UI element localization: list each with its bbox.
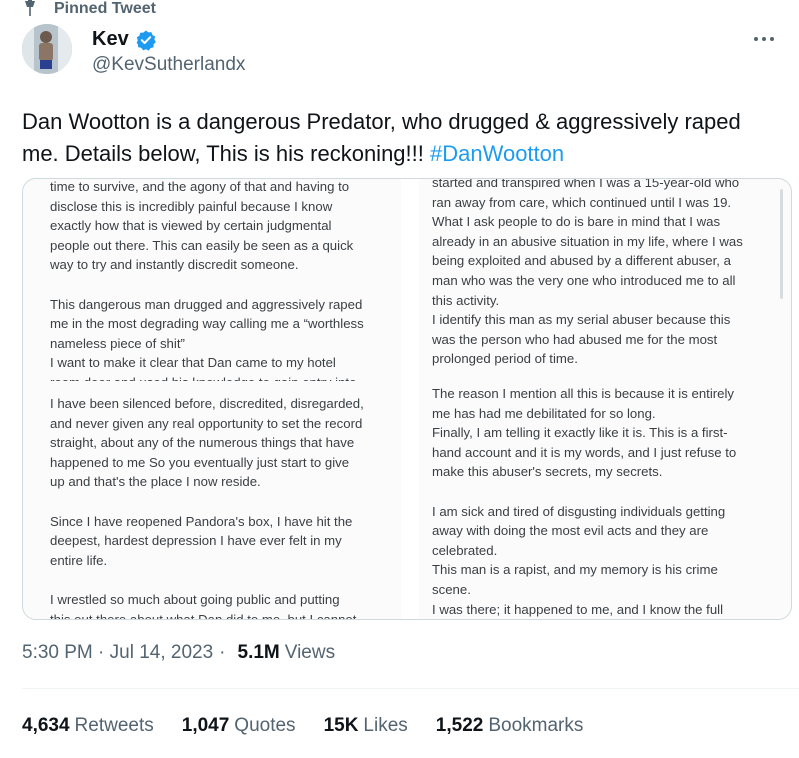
stat-label: Bookmarks	[488, 715, 584, 736]
pinned-tweet-header: Pinned Tweet	[25, 0, 156, 18]
tweet-body: Dan Wootton is a dangerous Predator, who…	[22, 109, 741, 166]
document-line: make this abuser's secrets, my secrets.	[432, 464, 663, 480]
pinned-label: Pinned Tweet	[54, 0, 156, 17]
document-line: This man is a rapist, and my memory is h…	[432, 562, 718, 578]
left-bottom-page: I have been silenced before, discredited…	[50, 394, 398, 619]
stat-label: Retweets	[74, 715, 154, 736]
engagement-stats: 4,634 Retweets 1,047 Quotes 15K Likes 1,522…	[22, 715, 583, 737]
stat-label: Likes	[363, 715, 408, 736]
document-line: disclose this is incredibly painful beca…	[50, 198, 333, 214]
document-line: started and transpired when I was a 15-y…	[432, 179, 740, 190]
document-line: and never given any real opportunity to …	[50, 415, 363, 431]
document-line: being exploited and abused by a differen…	[432, 253, 731, 269]
stat-likes[interactable]: 15K Likes	[324, 715, 408, 737]
document-right-column: started and transpired when I was a 15-y…	[432, 179, 774, 619]
document-line: I was there; it happened to me, and I kn…	[432, 601, 724, 617]
document-line: already in an abusive situation in my li…	[432, 233, 743, 249]
tweet-timestamp[interactable]: 5:30 PM · Jul 14, 2023	[22, 642, 213, 664]
right-top-page: started and transpired when I was a 15-y…	[432, 179, 774, 369]
verified-badge-icon	[136, 30, 156, 51]
document-line: room door and used his knowledge to gain…	[50, 373, 398, 381]
author-name[interactable]: Kev	[92, 28, 129, 51]
document-line: prolonged period of time.	[432, 351, 578, 367]
stat-count: 1,522	[435, 715, 484, 736]
left-top-page: time to survive, and the agony of that a…	[50, 179, 398, 381]
document-line: Since I have reopened Pandora's box, I h…	[50, 513, 353, 529]
document-line: I have been silenced before, discredited…	[50, 396, 364, 411]
divider-line	[22, 688, 799, 689]
document-scrollbar	[780, 189, 783, 299]
pin-icon	[25, 0, 35, 16]
tweet-media-image[interactable]: time to survive, and the agony of that a…	[22, 178, 792, 620]
stat-count: 15K	[323, 715, 359, 736]
stat-retweets[interactable]: 4,634 Retweets	[22, 715, 154, 737]
document-line: this out there about what Dan did to me,…	[50, 610, 398, 619]
document-line: happened to me So you eventually just st…	[50, 454, 350, 470]
document-line: I identify this man as my serial abuser …	[432, 312, 731, 328]
document-line: This dangerous man drugged and aggressiv…	[50, 296, 363, 312]
meta-separator: ·	[219, 642, 226, 663]
stat-quotes[interactable]: 1,047 Quotes	[182, 715, 296, 737]
document-line: hand account and it is my words, and I j…	[432, 444, 737, 460]
stat-bookmarks[interactable]: 1,522 Bookmarks	[436, 715, 584, 737]
page-divider	[401, 179, 419, 619]
document-line: celebrated.	[432, 542, 498, 558]
document-line: entire life.	[50, 552, 108, 568]
document-line: exactly how that is viewed by certain ju…	[50, 218, 332, 234]
document-line: I wrestled so much about going public an…	[50, 591, 340, 607]
document-line: away with doing the most evil acts and t…	[432, 523, 709, 539]
document-line: scene.	[432, 581, 471, 597]
document-line: deepest, hardest depression I have ever …	[50, 533, 342, 549]
right-bottom-page: The reason I mention all this is because…	[432, 384, 774, 619]
document-line: straight, about any of the numerous thin…	[50, 435, 355, 451]
document-line: me has had me debilitated for so long.	[432, 405, 656, 421]
document-line: What I ask people to do is bare in mind …	[432, 214, 721, 230]
document-left-column: time to survive, and the agony of that a…	[50, 179, 398, 619]
document-line: up and that's the place I now reside.	[50, 474, 261, 490]
more-options-icon[interactable]	[753, 36, 775, 42]
document-line: ran away from care, which continued unti…	[432, 194, 732, 210]
document-line: nameless piece of shit”	[50, 335, 185, 351]
stat-count: 1,047	[181, 715, 230, 736]
document-line: me in the most degrading way calling me …	[50, 316, 364, 332]
stat-label: Quotes	[234, 715, 296, 736]
hashtag-link[interactable]: #DanWootton	[430, 141, 564, 166]
document-line: this activity.	[432, 292, 500, 308]
document-line: time to survive, and the agony of that a…	[50, 179, 350, 194]
views-count: 5.1M	[237, 642, 280, 663]
avatar[interactable]	[22, 24, 72, 74]
document-line: man who was the very one who introduced …	[432, 272, 736, 288]
stat-count: 4,634	[22, 715, 70, 736]
document-line: I want to make it clear that Dan came to…	[50, 355, 336, 371]
author-handle[interactable]: @KevSutherlandx	[92, 54, 245, 76]
document-line: The reason I mention all this is because…	[432, 386, 734, 401]
views-label: Views	[284, 642, 336, 663]
document-line: way to try and instantly discredit someo…	[50, 257, 299, 273]
document-line: people out there. This can easily be see…	[50, 237, 354, 253]
tweet-meta: 5:30 PM · Jul 14, 2023 · 5.1M Views	[22, 642, 335, 664]
avatar-photo	[22, 24, 72, 74]
document-line: Finally, I am telling it exactly like it…	[432, 425, 728, 441]
document-line: I am sick and tired of disgusting indivi…	[432, 503, 726, 519]
tweet-text: Dan Wootton is a dangerous Predator, who…	[22, 106, 782, 170]
document-line: was the person who had abused me for the…	[432, 331, 718, 347]
